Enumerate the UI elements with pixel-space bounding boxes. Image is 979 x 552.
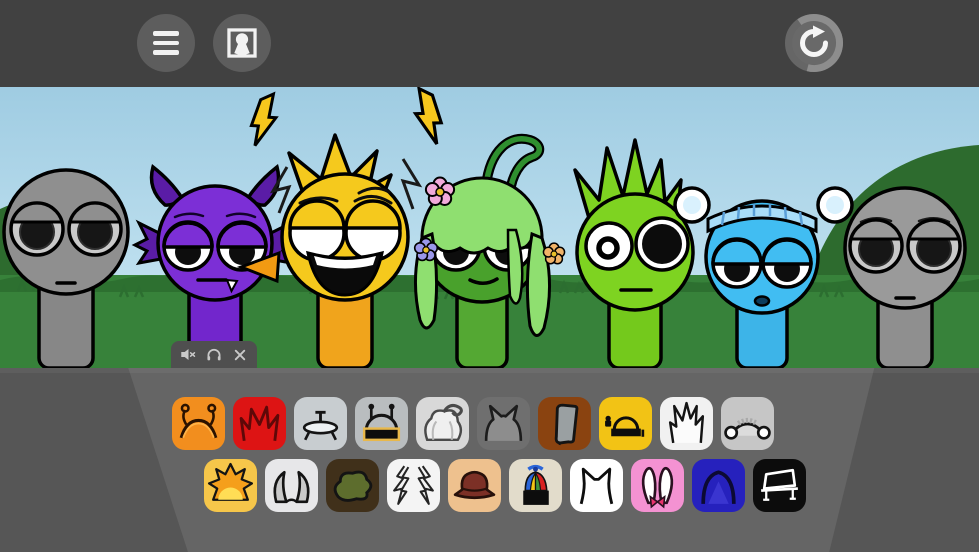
sound-icon-black-bench[interactable] bbox=[753, 459, 806, 512]
sound-panel bbox=[0, 368, 979, 552]
hamburger-icon bbox=[153, 31, 179, 55]
reset-button[interactable] bbox=[784, 13, 844, 73]
sound-icon-silver-curl-wig[interactable] bbox=[416, 397, 469, 450]
sound-panel-edge bbox=[0, 368, 979, 373]
sound-icon-dark-cat-ears[interactable] bbox=[477, 397, 530, 450]
sound-icon-orange-antennae[interactable] bbox=[172, 397, 225, 450]
sound-icon-gray-dome-ears[interactable] bbox=[721, 397, 774, 450]
menu-button[interactable] bbox=[137, 14, 195, 72]
game-app bbox=[0, 0, 979, 552]
stage bbox=[0, 87, 979, 368]
reset-icon bbox=[784, 13, 844, 73]
muted-speaker-button[interactable] bbox=[180, 346, 197, 363]
sound-icon-white-crackle[interactable] bbox=[387, 459, 440, 512]
sound-icon-gray-dome-antennae[interactable] bbox=[355, 397, 408, 450]
sound-icon-white-cat-ears[interactable] bbox=[570, 459, 623, 512]
sound-icon-red-crown[interactable] bbox=[233, 397, 286, 450]
top-bar bbox=[0, 0, 979, 87]
sound-icon-sunburst[interactable] bbox=[204, 459, 257, 512]
sound-mini-toolbar bbox=[171, 341, 257, 368]
sound-icon-brown-slab[interactable] bbox=[538, 397, 591, 450]
sound-icon-white-spikes[interactable] bbox=[660, 397, 713, 450]
characters-button[interactable] bbox=[213, 14, 271, 72]
keyhole-person-icon bbox=[220, 21, 264, 65]
sound-row-1 bbox=[172, 397, 774, 450]
headphones-button[interactable] bbox=[206, 346, 223, 363]
sound-icon-green-bush[interactable] bbox=[326, 459, 379, 512]
sound-icon-silver-table[interactable] bbox=[294, 397, 347, 450]
sound-icon-blue-hood[interactable] bbox=[692, 459, 745, 512]
sound-icon-pink-bunny-ears[interactable] bbox=[631, 459, 684, 512]
sound-icon-silver-horns[interactable] bbox=[265, 459, 318, 512]
sound-icon-yellow-visor[interactable] bbox=[599, 397, 652, 450]
close-button[interactable] bbox=[232, 346, 249, 363]
sound-icon-propeller-cap[interactable] bbox=[509, 459, 562, 512]
sound-icon-maroon-fedora[interactable] bbox=[448, 459, 501, 512]
sound-row-2 bbox=[204, 459, 806, 512]
